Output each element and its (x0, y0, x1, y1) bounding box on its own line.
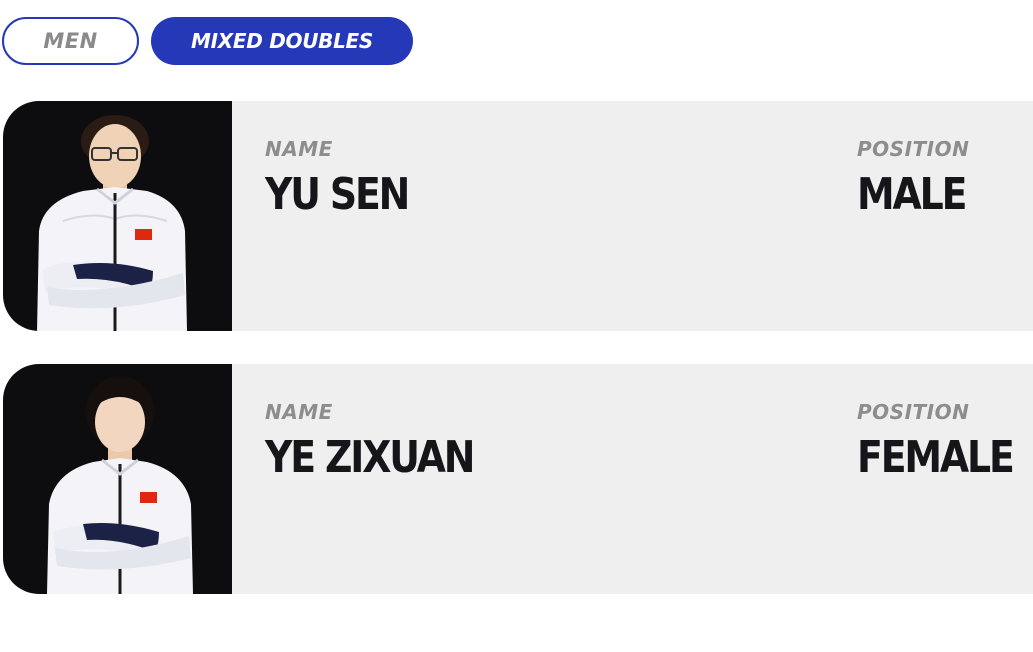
name-label: NAME (265, 400, 333, 424)
player-info-panel: NAME YU SEN POSITION MALE (232, 101, 1033, 331)
name-label: NAME (265, 137, 333, 161)
tab-men[interactable]: MEN (2, 17, 139, 65)
position-label: POSITION (857, 137, 970, 161)
player-card-ye-zixuan[interactable]: NAME YE ZIXUAN POSITION FEMALE (0, 364, 1033, 594)
tab-men-label: MEN (43, 29, 98, 53)
category-tabs: MEN MIXED DOUBLES (2, 17, 413, 65)
player-photo (3, 101, 232, 331)
player-name: YU SEN (265, 169, 410, 220)
player-position: MALE (857, 169, 967, 220)
tab-mixed-doubles-label: MIXED DOUBLES (191, 29, 373, 53)
player-portrait-female (47, 376, 193, 594)
player-position: FEMALE (857, 432, 1015, 483)
position-label: POSITION (857, 400, 970, 424)
player-photo (3, 364, 232, 594)
player-card-yu-sen[interactable]: NAME YU SEN POSITION MALE (0, 101, 1033, 331)
player-info-panel: NAME YE ZIXUAN POSITION FEMALE (232, 364, 1033, 594)
player-name: YE ZIXUAN (265, 432, 475, 483)
tab-mixed-doubles[interactable]: MIXED DOUBLES (151, 17, 413, 65)
player-portrait-male (37, 115, 187, 331)
